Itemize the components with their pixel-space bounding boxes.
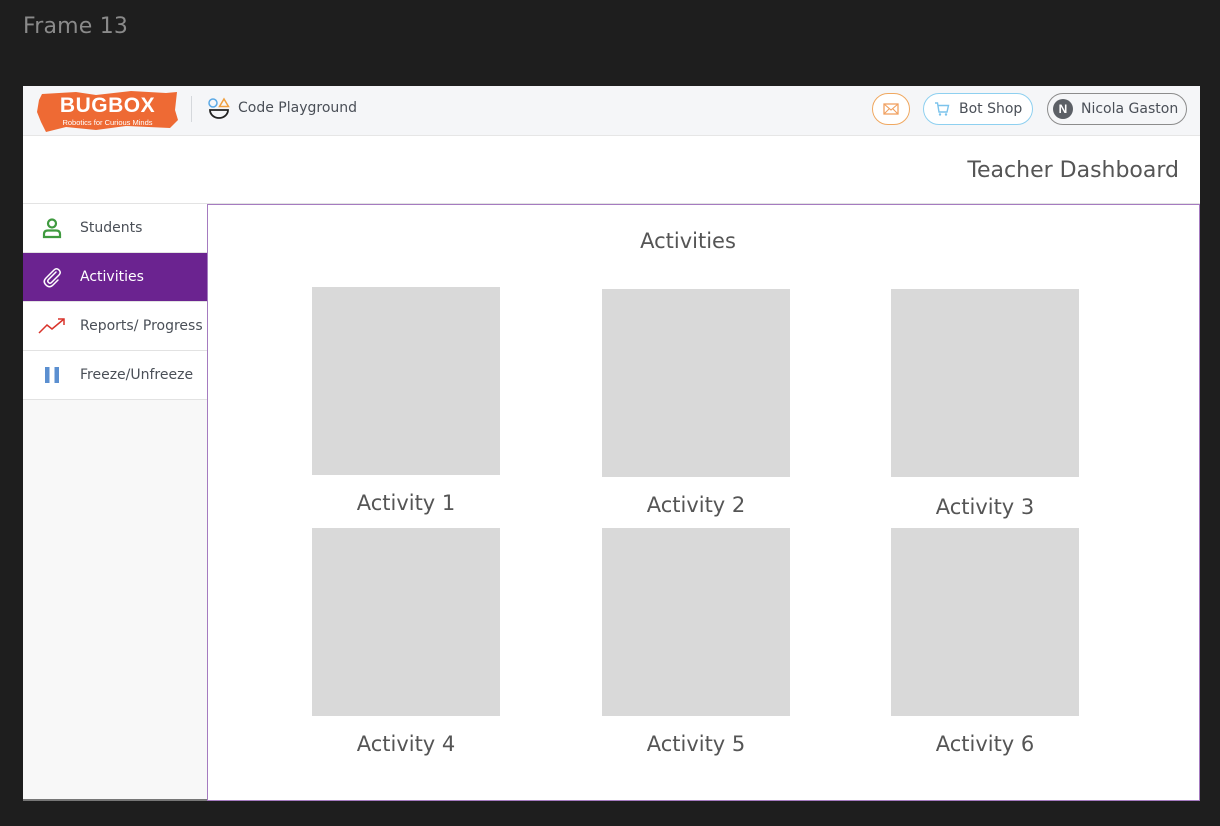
sidebar-item-activities[interactable]: Activities [23, 253, 207, 302]
activity-label: Activity 6 [935, 732, 1035, 756]
code-playground-icon [208, 97, 230, 119]
trend-up-icon [23, 317, 80, 335]
cart-icon [935, 102, 950, 116]
activity-label: Activity 5 [646, 732, 746, 756]
activity-thumbnail [602, 528, 790, 716]
frame-label: Frame 13 [23, 14, 129, 39]
sidebar-item-label: Students [80, 220, 143, 236]
activity-card[interactable]: Activity 1 [312, 287, 500, 515]
activity-card[interactable]: Activity 3 [891, 289, 1079, 519]
sidebar-item-label: Freeze/Unfreeze [80, 367, 194, 383]
logo-title: BUGBOX [59, 94, 156, 117]
bugbox-logo[interactable]: BUGBOX Robotics for Curious Minds [36, 90, 179, 134]
activities-panel: Activities Activity 1 Activity 2 Activit… [207, 204, 1200, 801]
user-menu-button[interactable]: N Nicola Gaston [1047, 93, 1187, 125]
activity-card[interactable]: Activity 2 [602, 289, 790, 517]
code-playground-link[interactable]: Code Playground [238, 100, 357, 116]
activity-thumbnail [602, 289, 790, 477]
activity-card[interactable]: Activity 5 [602, 528, 790, 756]
messages-button[interactable] [872, 93, 910, 125]
top-navbar: BUGBOX Robotics for Curious Minds Code P… [23, 86, 1200, 136]
activity-thumbnail [891, 528, 1079, 716]
user-name: Nicola Gaston [1081, 101, 1179, 117]
activity-thumbnail [312, 287, 500, 475]
logo-tagline: Robotics for Curious Minds [62, 118, 153, 127]
activity-card[interactable]: Activity 6 [891, 528, 1079, 756]
paperclip-icon [23, 266, 80, 288]
activity-label: Activity 4 [356, 732, 456, 756]
app-window: BUGBOX Robotics for Curious Minds Code P… [23, 86, 1200, 801]
activity-thumbnail [312, 528, 500, 716]
avatar: N [1053, 99, 1073, 119]
sidebar-item-students[interactable]: Students [23, 204, 207, 253]
sidebar-item-freeze[interactable]: Freeze/Unfreeze [23, 351, 207, 400]
section-title: Activities [640, 229, 736, 253]
sidebar: Students Activities Reports/ Progress Fr… [23, 204, 207, 801]
activity-label: Activity 1 [356, 491, 456, 515]
bot-shop-label: Bot Shop [959, 101, 1023, 117]
bot-shop-button[interactable]: Bot Shop [923, 93, 1033, 125]
person-icon [23, 217, 80, 239]
pause-icon [23, 367, 80, 383]
activity-label: Activity 3 [935, 495, 1035, 519]
activity-label: Activity 2 [646, 493, 746, 517]
page-title: Teacher Dashboard [967, 158, 1179, 183]
activity-card[interactable]: Activity 4 [312, 528, 500, 756]
activity-thumbnail [891, 289, 1079, 477]
header-divider [191, 96, 192, 122]
sidebar-item-label: Activities [80, 269, 144, 285]
sidebar-item-reports[interactable]: Reports/ Progress [23, 302, 207, 351]
sidebar-item-label: Reports/ Progress [80, 318, 203, 334]
mail-icon [883, 103, 899, 115]
